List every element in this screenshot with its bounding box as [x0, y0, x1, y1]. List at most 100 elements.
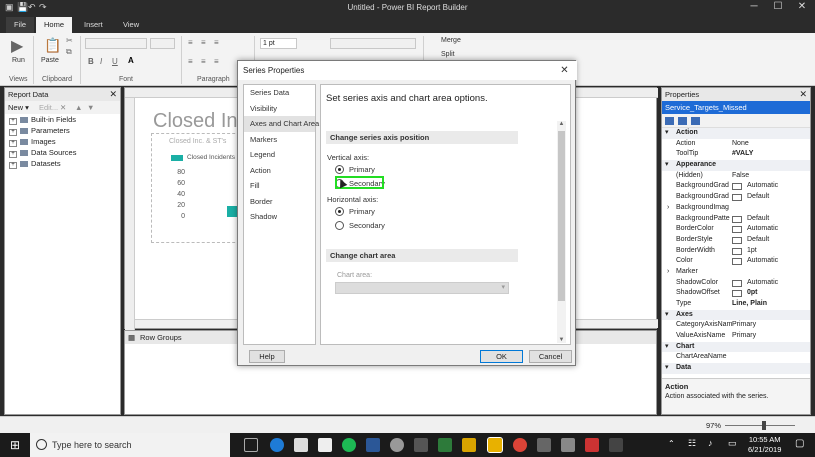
property-value[interactable]: Automatic — [747, 181, 778, 192]
nav-item-fill[interactable]: Fill — [244, 178, 315, 194]
align-center-icon[interactable]: ≡ — [201, 38, 206, 47]
nav-item-series-data[interactable]: Series Data — [244, 85, 315, 101]
collapse-icon[interactable]: ▾ — [665, 363, 669, 374]
vertical-primary-label[interactable]: Primary — [349, 165, 375, 174]
report-title[interactable]: Closed Inc — [153, 110, 248, 133]
expand-icon[interactable]: + — [9, 129, 17, 136]
task-view-icon[interactable] — [244, 438, 258, 452]
run-button[interactable]: Run — [12, 57, 25, 64]
underline-icon[interactable]: U — [112, 57, 118, 66]
collapse-icon[interactable]: ▾ — [665, 128, 669, 139]
spotify-icon[interactable] — [342, 438, 356, 452]
nav-item-axes-and-chart-area[interactable]: Axes and Chart Area — [244, 116, 319, 132]
expand-icon[interactable]: + — [9, 162, 17, 169]
property-category[interactable]: ▾ Data — [662, 363, 810, 374]
property-value[interactable]: Automatic — [747, 278, 778, 289]
property-row[interactable]: BackgroundGrad Default — [662, 192, 810, 203]
property-pages-icon[interactable] — [691, 117, 700, 125]
zoom-slider[interactable] — [725, 425, 795, 426]
font-color-icon[interactable]: A — [128, 56, 134, 65]
align-middle-icon[interactable]: ≡ — [201, 57, 206, 66]
minimize-icon[interactable]: ─ — [742, 1, 766, 12]
notifications-icon[interactable]: ▢ — [795, 438, 804, 449]
taskbar-search[interactable]: Type here to search — [30, 433, 230, 457]
property-category[interactable]: ▾ Axes — [662, 309, 810, 321]
property-category[interactable]: ▾ Action — [662, 128, 810, 139]
zoom-thumb[interactable] — [762, 421, 766, 430]
app-icon[interactable] — [585, 438, 599, 452]
split-button[interactable]: Split — [441, 51, 455, 58]
maximize-icon[interactable]: ☐ — [766, 1, 790, 12]
collapse-icon[interactable]: ▾ — [665, 342, 669, 353]
font-size-select[interactable] — [150, 38, 175, 49]
close-pane-icon[interactable]: ✕ — [109, 88, 117, 101]
paste-icon[interactable]: 📋 — [44, 37, 61, 54]
property-value[interactable]: Default — [747, 235, 769, 246]
nav-item-markers[interactable]: Markers — [244, 132, 315, 148]
bold-icon[interactable]: B — [88, 57, 94, 66]
selected-object[interactable]: Service_Targets_Missed — [662, 101, 810, 114]
expand-icon[interactable]: › — [667, 203, 669, 214]
system-clock[interactable]: 10:55 AM 6/21/2019 — [748, 435, 781, 455]
value-swatch[interactable] — [732, 215, 742, 223]
font-family-select[interactable] — [85, 38, 147, 49]
tree-item-images[interactable]: + Images — [5, 136, 120, 147]
border-width-select[interactable]: 1 pt — [260, 38, 297, 49]
chrome-icon[interactable] — [513, 438, 527, 452]
value-swatch[interactable] — [732, 247, 742, 255]
expand-icon[interactable]: + — [9, 118, 17, 125]
property-row[interactable]: Action None — [662, 139, 810, 150]
nav-item-action[interactable]: Action — [244, 163, 315, 179]
tree-item-datasets[interactable]: + Datasets — [5, 158, 120, 169]
app-icon[interactable] — [414, 438, 428, 452]
edge-icon[interactable] — [270, 438, 284, 452]
cancel-button[interactable]: Cancel — [529, 350, 572, 363]
app-icon[interactable] — [390, 438, 404, 452]
align-top-icon[interactable]: ≡ — [188, 57, 193, 66]
categorized-icon[interactable] — [665, 117, 674, 125]
tree-item-built-in-fields[interactable]: + Built-in Fields — [5, 114, 120, 125]
property-value[interactable]: 0pt — [747, 288, 758, 299]
chart-area-select[interactable]: ▾ — [335, 282, 509, 294]
volume-icon[interactable]: ♪ — [708, 438, 713, 448]
help-button[interactable]: Help — [249, 350, 285, 363]
move-down-icon[interactable]: ▼ — [87, 101, 94, 114]
nav-item-visibility[interactable]: Visibility — [244, 101, 315, 117]
property-value[interactable]: None — [732, 139, 749, 150]
property-row[interactable]: Color Automatic — [662, 256, 810, 267]
run-icon[interactable]: ▶ — [11, 36, 23, 56]
app-icon[interactable] — [537, 438, 551, 452]
property-row[interactable]: BorderColor Automatic — [662, 224, 810, 235]
app-icon[interactable] — [438, 438, 452, 452]
alphabetical-icon[interactable] — [678, 117, 687, 125]
new-button[interactable]: New — [8, 103, 23, 112]
copy-icon[interactable]: ⧉ — [66, 47, 72, 57]
value-swatch[interactable] — [732, 290, 742, 298]
value-swatch[interactable] — [732, 258, 742, 266]
align-right-icon[interactable]: ≡ — [214, 38, 219, 47]
property-value[interactable]: Automatic — [747, 256, 778, 267]
italic-icon[interactable]: I — [100, 57, 102, 66]
scroll-up-icon[interactable]: ▲ — [557, 121, 566, 127]
nav-item-shadow[interactable]: Shadow — [244, 209, 315, 225]
close-pane-icon[interactable]: ✕ — [799, 88, 807, 101]
value-swatch[interactable] — [732, 226, 742, 234]
value-swatch[interactable] — [732, 279, 742, 287]
app-icon[interactable] — [609, 438, 623, 452]
property-row[interactable]: ChartAreaName — [662, 352, 810, 363]
value-swatch[interactable] — [732, 236, 742, 244]
horizontal-secondary-radio[interactable] — [335, 221, 344, 230]
dialog-close-icon[interactable]: ✕ — [557, 61, 572, 80]
property-value[interactable]: False — [732, 171, 749, 182]
tab-file[interactable]: File — [6, 17, 35, 33]
ok-button[interactable]: OK — [480, 350, 523, 363]
property-row[interactable]: ShadowColor Automatic — [662, 278, 810, 289]
close-window-icon[interactable]: ✕ — [790, 1, 814, 12]
property-row[interactable]: BorderStyle Default — [662, 235, 810, 246]
paste-button[interactable]: Paste — [41, 57, 59, 64]
property-row[interactable]: ValueAxisName Primary — [662, 331, 810, 342]
network-icon[interactable]: ☷ — [688, 438, 696, 449]
property-value[interactable]: Primary — [732, 320, 756, 331]
cut-icon[interactable]: ✂ — [66, 36, 73, 45]
tree-item-data-sources[interactable]: + Data Sources — [5, 147, 120, 158]
